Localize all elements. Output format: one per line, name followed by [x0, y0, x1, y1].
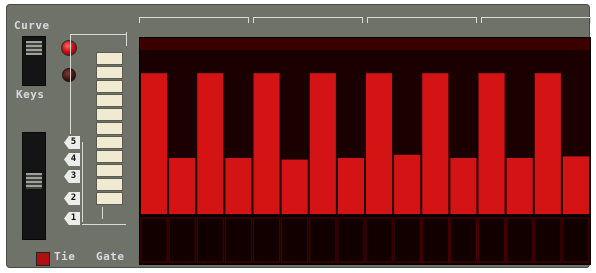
- keyboard-key: [96, 178, 123, 191]
- step-group-bracket: [253, 17, 363, 23]
- keyboard-key: [96, 52, 123, 65]
- gate-cell[interactable]: [478, 217, 506, 263]
- gate-cell[interactable]: [140, 217, 168, 263]
- keyboard-key: [96, 80, 123, 93]
- keyboard-key: [96, 66, 123, 79]
- step-bar[interactable]: [478, 73, 505, 214]
- step-bar[interactable]: [309, 73, 336, 214]
- wire: [102, 207, 103, 219]
- curve-slider-handle[interactable]: [26, 41, 42, 55]
- keyboard-key: [96, 192, 123, 205]
- octave-5-tag[interactable]: 5: [64, 136, 80, 149]
- curve-slider-track[interactable]: [22, 36, 46, 86]
- octave-2-tag[interactable]: 2: [64, 192, 80, 205]
- step-bar[interactable]: [562, 156, 589, 214]
- wire: [70, 34, 71, 134]
- gate-cell[interactable]: [253, 217, 281, 263]
- gate-label: Gate: [96, 250, 125, 263]
- step-bar[interactable]: [253, 73, 280, 214]
- gate-cell[interactable]: [562, 217, 590, 263]
- gate-cell[interactable]: [449, 217, 477, 263]
- gate-cell[interactable]: [534, 217, 562, 263]
- step-bar[interactable]: [422, 73, 449, 214]
- wire: [70, 34, 126, 35]
- step-bar[interactable]: [141, 73, 168, 214]
- gate-cell[interactable]: [309, 217, 337, 263]
- gate-cell[interactable]: [337, 217, 365, 263]
- gate-cell[interactable]: [168, 217, 196, 263]
- keyboard-key: [96, 108, 123, 121]
- keys-indicator-led[interactable]: [62, 68, 76, 82]
- keyboard-key: [96, 164, 123, 177]
- keyboard-key: [96, 122, 123, 135]
- gate-cell[interactable]: [506, 217, 534, 263]
- keys-label: Keys: [16, 88, 45, 101]
- keyboard-key: [96, 136, 123, 149]
- keyboard-key: [96, 94, 123, 107]
- octave-1-tag[interactable]: 1: [64, 212, 80, 225]
- gate-cell[interactable]: [421, 217, 449, 263]
- tie-label: Tie: [54, 250, 76, 263]
- step-bars[interactable]: [140, 38, 590, 264]
- step-bar[interactable]: [169, 158, 196, 214]
- step-group-bracket: [481, 17, 591, 23]
- step-bar[interactable]: [394, 154, 421, 214]
- step-group-bracket: [367, 17, 477, 23]
- gate-cell[interactable]: [196, 217, 224, 263]
- gate-cell[interactable]: [224, 217, 252, 263]
- step-bar[interactable]: [337, 158, 364, 214]
- step-group-bracket: [139, 17, 249, 23]
- wire: [126, 32, 127, 46]
- curve-indicator-led[interactable]: [61, 40, 77, 56]
- step-bar[interactable]: [366, 73, 393, 214]
- step-grid[interactable]: [139, 37, 591, 265]
- step-bar[interactable]: [534, 73, 561, 214]
- octave-slider-handle[interactable]: [26, 173, 42, 189]
- gate-cell[interactable]: [365, 217, 393, 263]
- curve-label: Curve: [14, 19, 50, 32]
- step-bar[interactable]: [197, 73, 224, 214]
- octave-3-tag[interactable]: 3: [64, 170, 80, 183]
- tie-toggle[interactable]: [36, 252, 50, 266]
- gate-cell[interactable]: [393, 217, 421, 263]
- octave-slider-track[interactable]: [22, 132, 46, 240]
- wire: [82, 224, 126, 225]
- wire: [82, 142, 83, 222]
- step-bar[interactable]: [281, 159, 308, 214]
- step-header-strip: [140, 38, 590, 50]
- octave-4-tag[interactable]: 4: [64, 153, 80, 166]
- pattern-editor-panel: Curve Keys 5 4 3 2 1 Tie Gate: [6, 4, 591, 268]
- step-bar[interactable]: [506, 158, 533, 214]
- step-bar[interactable]: [450, 158, 477, 214]
- keyboard-key: [96, 150, 123, 163]
- step-bar[interactable]: [225, 158, 252, 214]
- gate-cell[interactable]: [281, 217, 309, 263]
